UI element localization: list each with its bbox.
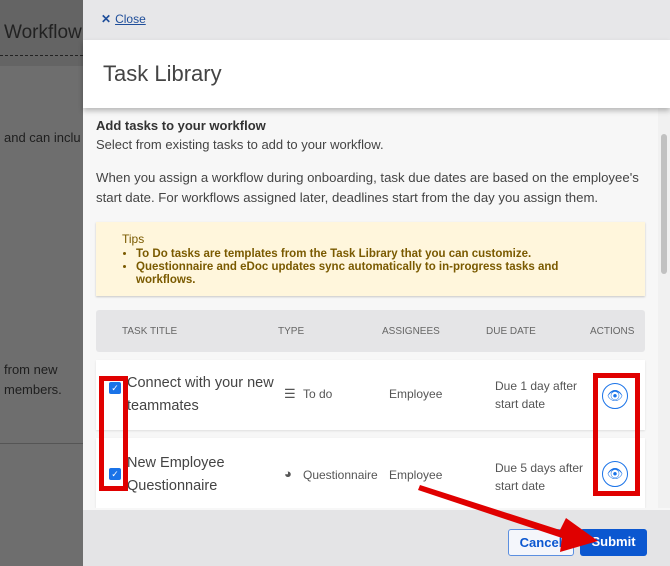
panel-footer: Cancel Submit (83, 510, 670, 566)
row-checkbox[interactable]: ✓ (109, 382, 121, 394)
divider (0, 443, 83, 444)
page-title: Task Library (83, 40, 670, 108)
task-type: Questionnaire (303, 468, 378, 482)
column-header: ASSIGNEES (382, 325, 440, 337)
preview-eye-icon[interactable]: 👁 (602, 383, 628, 409)
background-text: and can inclu (4, 130, 81, 145)
close-bar: ✕ Close (83, 0, 670, 40)
scrollbar-thumb[interactable] (661, 134, 667, 274)
task-title: Connect with your new teammates (127, 375, 274, 414)
close-icon[interactable]: ✕ (101, 12, 111, 26)
divider (0, 55, 83, 56)
pie-chart-icon: ◕ (284, 466, 292, 481)
panel-content: Add tasks to your workflow Select from e… (83, 108, 658, 508)
cancel-button[interactable]: Cancel (508, 529, 574, 556)
task-assignee: Employee (389, 387, 443, 401)
vertical-scrollbar[interactable] (658, 108, 670, 508)
row-checkbox[interactable]: ✓ (109, 468, 121, 480)
tip-item: To Do tasks are templates from the Task … (136, 248, 619, 261)
column-header: ACTIONS (590, 325, 635, 337)
tips-box: Tips To Do tasks are templates from the … (96, 222, 645, 296)
close-link[interactable]: Close (115, 12, 146, 26)
table-row: ✓ New Employee Questionnaire ◕ Questionn… (96, 438, 645, 508)
section-heading: Add tasks to your workflow (96, 118, 266, 133)
tips-title: Tips (122, 232, 145, 246)
table-header: TASK TITLE TYPE ASSIGNEES DUE DATE ACTIO… (96, 310, 645, 352)
tip-item: Questionnaire and eDoc updates sync auto… (136, 261, 619, 287)
section-subheading: Select from existing tasks to add to you… (96, 137, 384, 152)
column-header: DUE DATE (486, 325, 536, 337)
column-header: TASK TITLE (122, 325, 178, 337)
task-title: New Employee Questionnaire (127, 455, 225, 494)
background-text: members. (4, 382, 62, 397)
table-row: ✓ Connect with your new teammates ☰ To d… (96, 360, 645, 430)
task-due-date: Due 5 days after start date (495, 461, 584, 493)
task-library-panel: ✕ Close Task Library Add tasks to your wo… (83, 0, 670, 566)
task-assignee: Employee (389, 468, 443, 482)
preview-eye-icon[interactable]: 👁 (602, 461, 628, 487)
background-page: Workflow and can inclu from new members. (0, 0, 83, 566)
background-text: from new (4, 362, 58, 377)
list-icon: ☰ (284, 386, 296, 401)
submit-button[interactable]: Submit (580, 529, 647, 556)
task-due-date: Due 1 day after start date (495, 379, 578, 411)
column-header: TYPE (278, 325, 305, 337)
description: When you assign a workflow during onboar… (96, 170, 639, 205)
background-title: Workflow (4, 22, 82, 43)
task-type: To do (303, 387, 333, 401)
